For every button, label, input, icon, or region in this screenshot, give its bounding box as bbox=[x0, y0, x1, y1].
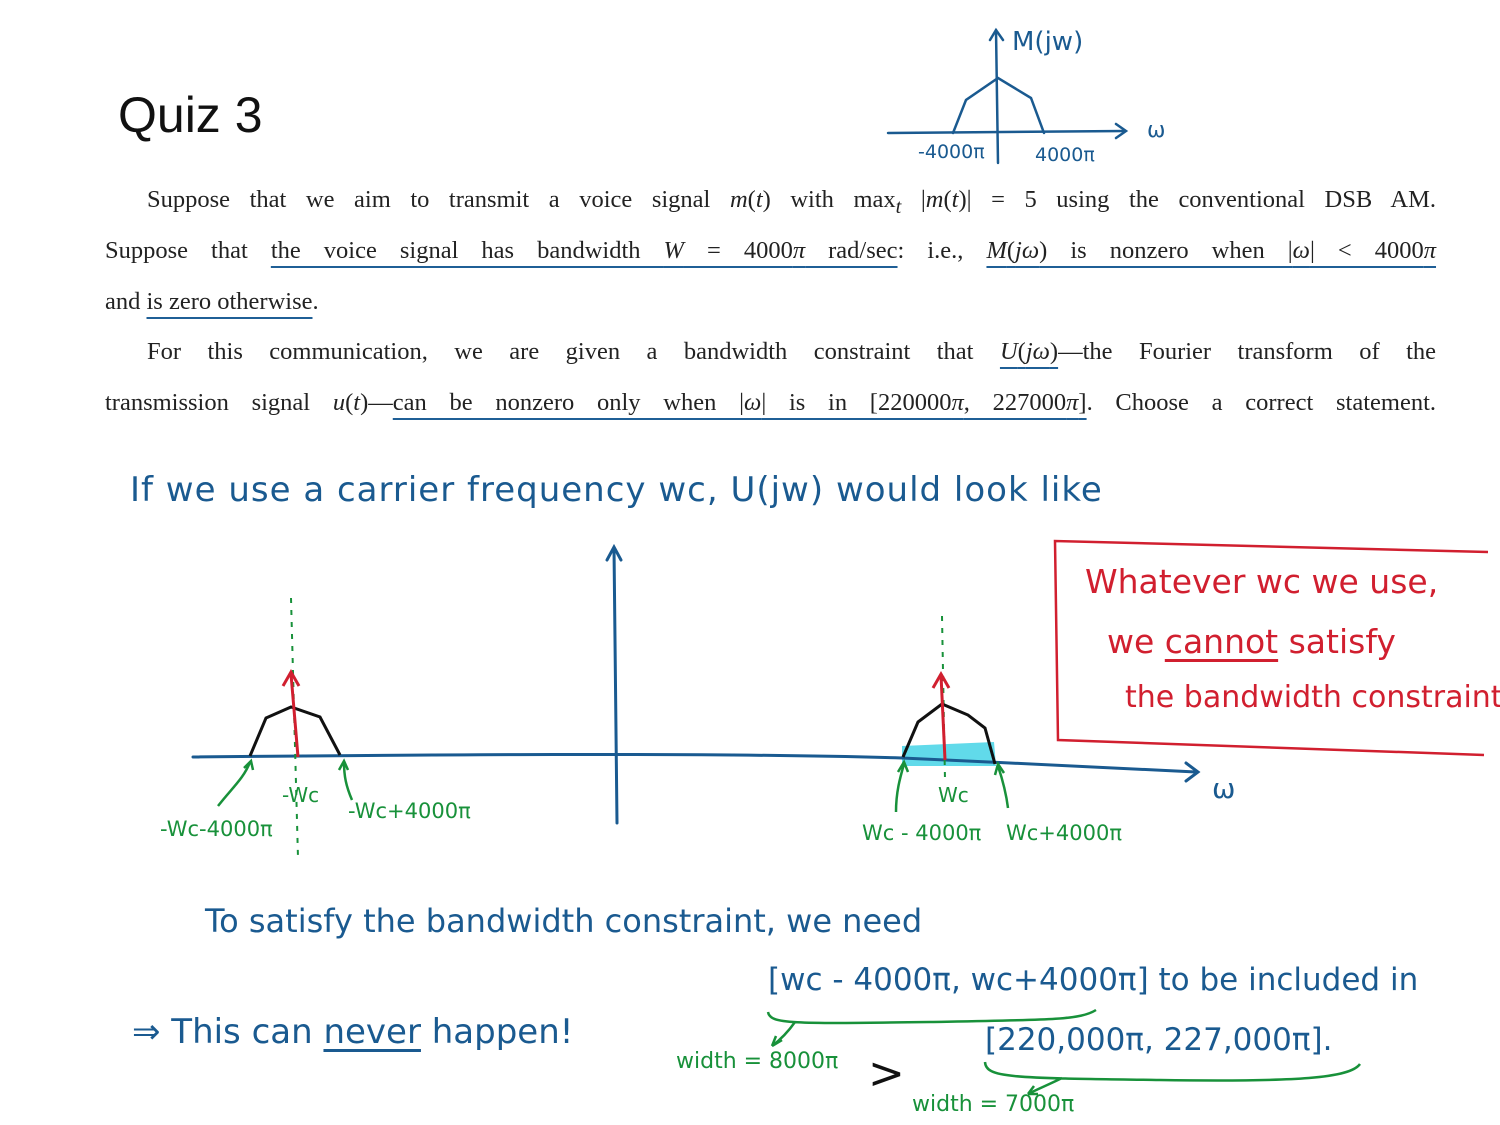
sketch-left-tick: -4000π bbox=[918, 141, 985, 163]
pos-high-pointer bbox=[993, 761, 1010, 809]
vertical-axis bbox=[612, 546, 619, 825]
brace-interval-b bbox=[983, 1061, 1362, 1096]
neg-center-label: -Wc bbox=[282, 783, 319, 807]
pos-center-label: Wc bbox=[938, 783, 969, 807]
neg-high-label: -Wc+4000π bbox=[348, 799, 471, 823]
handwritten-ink-layer: M(jw) ω -4000π 4000π ω -Wc -Wc-4000π -Wc… bbox=[160, 27, 1489, 1096]
spectrum-x-label: ω bbox=[1212, 772, 1235, 805]
main-axes bbox=[191, 543, 1201, 825]
neg-low-pointer bbox=[217, 758, 255, 807]
sketch-y-axis bbox=[994, 28, 1000, 165]
brace-interval-a bbox=[766, 1008, 1097, 1048]
sketch-x-axis bbox=[886, 129, 1127, 135]
neg-high-pointer bbox=[337, 758, 354, 801]
pos-low-pointer bbox=[894, 759, 910, 813]
sketch-x-label: ω bbox=[1147, 118, 1165, 143]
callout-box bbox=[1053, 539, 1489, 757]
neg-low-label: -Wc-4000π bbox=[160, 817, 273, 841]
sketch-y-label: M(jw) bbox=[1012, 27, 1083, 57]
pos-low-label: Wc - 4000π bbox=[862, 821, 982, 845]
pos-high-label: Wc+4000π bbox=[1006, 821, 1122, 845]
sketch-right-tick: 4000π bbox=[1035, 144, 1095, 166]
